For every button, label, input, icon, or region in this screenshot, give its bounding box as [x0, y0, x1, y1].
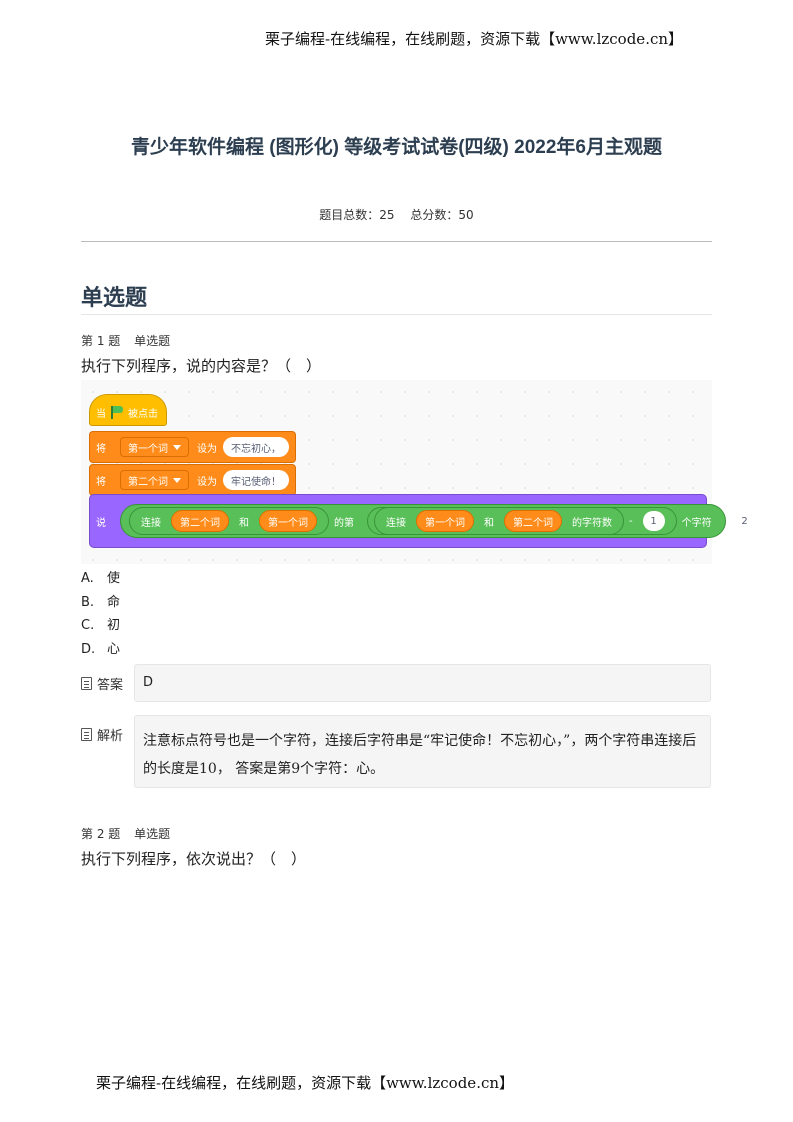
variable-reporter-2: 第二个词 — [171, 510, 229, 532]
variable-reporter-2: 第二个词 — [504, 510, 562, 532]
answer-box: D — [134, 664, 711, 702]
when-flag-clicked-block: 当 被点击 — [89, 394, 167, 426]
value-input-1: 不忘初心， — [223, 437, 289, 457]
variable-name: 第二个词 — [128, 476, 168, 488]
letter-of-operator: 连接 第二个词 和 第一个词 的第 连接 第一个词 和 第二个词 的字符数 - … — [120, 504, 726, 538]
set-to-label: 设为 — [197, 476, 217, 488]
footer-banner: 栗子编程-在线编程，在线刷题，资源下载【www.lzcode.cn】 — [96, 1074, 515, 1092]
section-title: 单选题 — [81, 285, 148, 310]
green-flag-icon — [110, 405, 124, 419]
chevron-down-icon — [173, 477, 181, 483]
hat-clicked-label: 被点击 — [128, 408, 158, 420]
page-title: 青少年软件编程 (图形化) 等级考试试卷(四级) 2022年6月主观题 — [131, 137, 662, 158]
say-label: 说 — [96, 517, 106, 529]
option-key: A. — [81, 571, 94, 586]
option-key: C. — [81, 618, 95, 633]
question-1-type: 单选题 — [134, 334, 171, 348]
title-divider — [81, 241, 712, 242]
option-value: 初 — [107, 618, 121, 633]
option-a[interactable]: A. 使 — [81, 567, 120, 586]
section-divider — [81, 314, 712, 315]
option-value: 命 — [107, 595, 121, 610]
question-1-header: 第 1 题 单选题 — [81, 332, 170, 349]
letter-of-label: 的第 — [334, 517, 354, 529]
join-label: 连接 — [141, 517, 161, 529]
question-1-number: 第 1 题 — [81, 334, 121, 348]
join-label: 连接 — [386, 517, 406, 529]
and-label: 和 — [239, 517, 249, 529]
header-banner: 栗子编程-在线编程，在线刷题，资源下载【www.lzcode.cn】 — [265, 30, 684, 48]
set-to-label: 设为 — [197, 443, 217, 455]
question-2-header: 第 2 题 单选题 — [81, 825, 170, 842]
set-variable-block-2: 将 第二个词 设为 牢记使命！ — [89, 464, 296, 496]
total-questions: 题目总数：25 — [319, 208, 395, 222]
question-2-number: 第 2 题 — [81, 827, 121, 841]
variable-dropdown-1: 第一个词 — [120, 437, 189, 457]
question-2-type: 单选题 — [134, 827, 171, 841]
scratch-program: 当 被点击 将 第一个词 设为 不忘初心， 将 第二个词 设为 牢记使命！ 说 … — [81, 380, 771, 564]
value-input-2: 牢记使命！ — [223, 470, 289, 490]
and-label: 和 — [484, 517, 494, 529]
question-1-text: 执行下列程序，说的内容是？（ ） — [81, 357, 322, 375]
minus-label: - — [629, 515, 633, 527]
answer-label-text: 答案 — [97, 678, 124, 693]
set-verb-label: 将 — [96, 443, 106, 455]
option-b[interactable]: B. 命 — [81, 591, 120, 610]
option-value: 心 — [107, 642, 121, 657]
variable-reporter-1: 第一个词 — [259, 510, 317, 532]
minus-value-input: 1 — [642, 511, 665, 531]
hat-when-label: 当 — [96, 408, 106, 420]
exam-stats: 题目总数：25 总分数：50 — [0, 206, 793, 223]
option-key: D. — [81, 642, 96, 657]
say-for-secs-block: 说 连接 第二个词 和 第一个词 的第 连接 第一个词 和 第二个词 的字符数 … — [89, 494, 771, 548]
option-key: B. — [81, 595, 95, 610]
join-operator-outer: 连接 第二个词 和 第一个词 — [129, 507, 329, 535]
minus-operator: 连接 第一个词 和 第二个词 的字符数 - 1 — [367, 507, 677, 535]
length-operator: 连接 第一个词 和 第二个词 的字符数 — [374, 507, 624, 535]
question-2-text: 执行下列程序，依次说出？（ ） — [81, 850, 307, 868]
variable-reporter-1: 第一个词 — [416, 510, 474, 532]
explanation-label-text: 解析 — [97, 729, 124, 744]
variable-name: 第一个词 — [128, 443, 168, 455]
option-c[interactable]: C. 初 — [81, 614, 120, 633]
answer-label: 答案 — [81, 674, 123, 693]
total-score: 总分数：50 — [410, 208, 474, 222]
seconds-unit-label: 秒 — [760, 517, 771, 529]
set-verb-label: 将 — [96, 476, 106, 488]
explanation-label: 解析 — [81, 725, 123, 744]
char-label: 个字符 — [681, 517, 712, 529]
length-of-label: 的字符数 — [572, 517, 612, 529]
option-d[interactable]: D. 心 — [81, 638, 120, 657]
option-value: 使 — [107, 571, 121, 586]
chevron-down-icon — [173, 444, 181, 450]
explanation-box: 注意标点符号也是一个字符，连接后字符串是“牢记使命！不忘初心，”，两个字符串连接… — [134, 715, 711, 788]
set-variable-block-1: 将 第一个词 设为 不忘初心， — [89, 431, 296, 463]
seconds-input: 2 — [733, 511, 756, 531]
document-icon — [81, 677, 92, 690]
document-icon — [81, 728, 92, 741]
variable-dropdown-2: 第二个词 — [120, 470, 189, 490]
